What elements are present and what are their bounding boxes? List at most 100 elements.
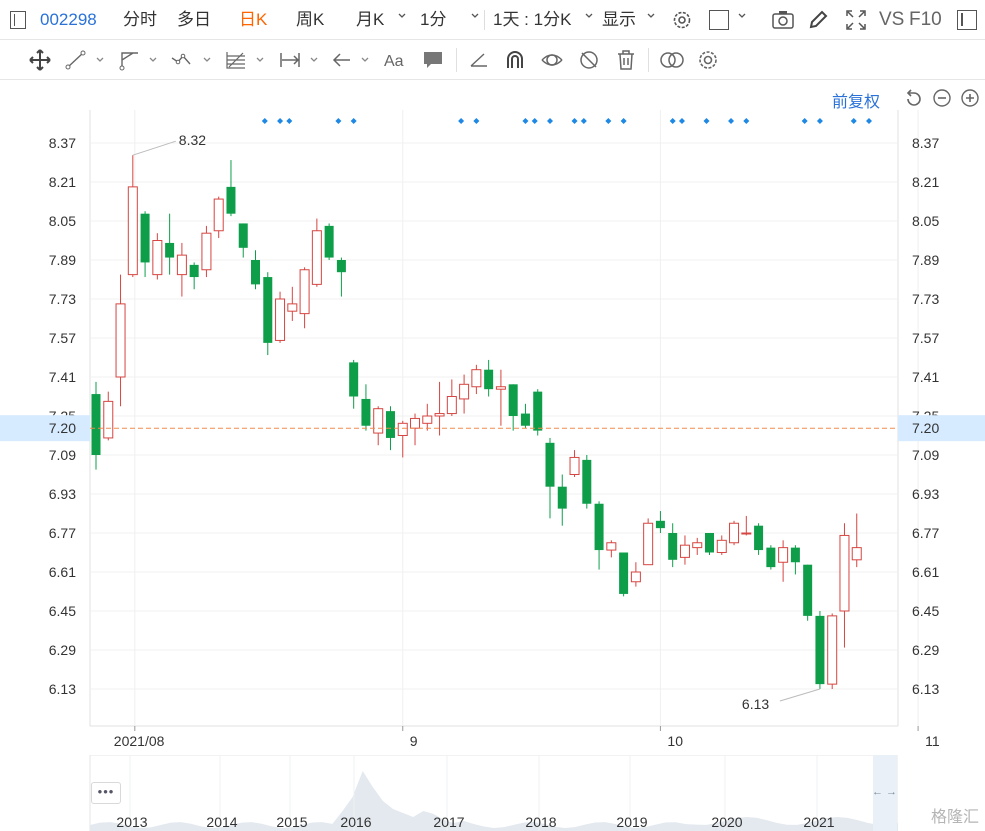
candle-body	[410, 417, 421, 429]
candle	[545, 437, 555, 519]
candle-body	[446, 396, 457, 415]
chevron-down-icon[interactable]	[471, 12, 479, 20]
settings-icon[interactable]	[696, 48, 720, 72]
time-navigator[interactable]: 2013 2014 2015 2016 2017 2018 2019 2020 2021	[0, 755, 985, 831]
square-icon[interactable]	[10, 11, 26, 29]
reset-icon[interactable]	[904, 88, 924, 108]
candle	[189, 262, 199, 290]
candle-body	[569, 456, 580, 475]
candle	[619, 552, 629, 597]
candle-body	[299, 269, 310, 315]
tab-zhouk[interactable]: 周K	[296, 9, 324, 31]
chevron-down-icon[interactable]	[149, 56, 157, 64]
f10-button[interactable]: F10	[909, 9, 942, 31]
candle	[839, 523, 850, 648]
crosshair-move-icon[interactable]	[28, 48, 52, 72]
candle-body	[741, 532, 752, 535]
camera-icon[interactable]	[771, 9, 795, 31]
tab-yuek[interactable]: 月K	[356, 9, 384, 31]
fullscreen-icon[interactable]	[845, 9, 867, 31]
candle	[410, 413, 421, 446]
y-tick-label-right: 7.09	[912, 447, 939, 463]
chevron-down-icon[interactable]	[256, 56, 264, 64]
candle-body	[643, 522, 654, 566]
navigator-menu-button[interactable]: •••	[91, 782, 121, 804]
divider	[648, 48, 649, 72]
y-tick-label-right: 7.89	[912, 252, 939, 268]
minute-select[interactable]: 1分	[420, 9, 446, 31]
chevron-down-icon[interactable]	[361, 56, 369, 64]
multi-period-select[interactable]: 1天 : 1分K	[493, 9, 571, 31]
event-marker	[546, 118, 553, 124]
price-adjust-toggle[interactable]: 前复权	[832, 88, 880, 112]
tab-duori[interactable]: 多日	[177, 9, 211, 31]
event-marker	[522, 118, 529, 124]
event-marker	[669, 118, 676, 124]
event-marker	[277, 118, 284, 124]
lock-drawings-icon[interactable]	[540, 48, 564, 72]
event-marker	[571, 118, 578, 124]
candle-body	[213, 198, 224, 232]
text-tool-icon[interactable]: Aa	[383, 48, 407, 72]
candle-body	[336, 260, 346, 273]
vs-compare-button[interactable]: VS	[879, 9, 904, 31]
fib-tool-icon[interactable]	[224, 48, 248, 72]
line-tool-icon[interactable]	[64, 48, 88, 72]
chevron-down-icon[interactable]	[738, 12, 746, 20]
y-tick-label-right: 8.37	[912, 135, 939, 151]
candles	[91, 155, 862, 689]
measure-tool-icon[interactable]	[278, 48, 302, 72]
candle	[495, 369, 506, 426]
chevron-down-icon[interactable]	[398, 12, 406, 20]
chevron-down-icon[interactable]	[310, 56, 318, 64]
candle	[336, 257, 346, 297]
candle	[557, 474, 567, 526]
channel-tool-icon[interactable]	[118, 48, 142, 72]
color-box-icon[interactable]	[709, 10, 729, 30]
price-tag-left-bg	[0, 415, 90, 442]
pencil-icon[interactable]	[807, 9, 829, 31]
event-markers[interactable]	[261, 118, 873, 124]
stock-code[interactable]: 002298	[40, 9, 97, 31]
wave-tool-icon[interactable]	[170, 48, 194, 72]
candle	[91, 381, 101, 470]
tab-rik[interactable]: 日K	[239, 9, 267, 31]
navigator-arrows[interactable]: ← →	[872, 786, 897, 798]
candle-body	[311, 230, 322, 285]
zoom-in-icon[interactable]	[960, 88, 980, 108]
trash-icon[interactable]	[614, 48, 638, 72]
candle	[311, 218, 322, 287]
chevron-down-icon[interactable]	[203, 56, 211, 64]
magnet-icon[interactable]	[503, 48, 527, 72]
zoom-out-icon[interactable]	[932, 88, 952, 108]
arrow-tool-icon[interactable]	[330, 48, 354, 72]
candle	[729, 520, 740, 546]
eraser-icon[interactable]	[467, 48, 491, 72]
panel-toggle-icon[interactable]	[957, 10, 977, 30]
tab-fenshi[interactable]: 分时	[123, 9, 157, 31]
y-tick-label-right: 7.41	[912, 369, 939, 385]
compare-icon[interactable]	[658, 48, 686, 72]
y-tick-label-right: 8.05	[912, 213, 939, 229]
candle-body	[606, 542, 617, 551]
candle	[716, 535, 727, 555]
candle	[349, 359, 359, 409]
y-tick-label-right: 6.45	[912, 603, 939, 619]
candle-body	[619, 552, 629, 594]
chevron-down-icon[interactable]	[647, 12, 655, 20]
y-tick-label-left: 7.09	[49, 447, 76, 463]
chevron-down-icon[interactable]	[96, 56, 104, 64]
candle	[127, 155, 138, 278]
comment-tool-icon[interactable]	[421, 48, 445, 72]
y-tick-label-left: 6.45	[49, 603, 76, 619]
candlestick-chart[interactable]: 8.37 8.37 8.21 8.21 8.05 8.05 7.89 7.89 7.73 7.73…	[0, 110, 985, 760]
settings-gear-icon[interactable]	[671, 9, 693, 31]
event-marker	[703, 118, 710, 124]
display-menu[interactable]: 显示	[602, 9, 636, 31]
hide-drawings-icon[interactable]	[577, 48, 601, 72]
chevron-down-icon[interactable]	[585, 12, 593, 20]
x-tick-label: 11	[925, 733, 940, 749]
candle-body	[582, 459, 592, 504]
candle	[692, 537, 703, 555]
candle	[434, 381, 445, 436]
